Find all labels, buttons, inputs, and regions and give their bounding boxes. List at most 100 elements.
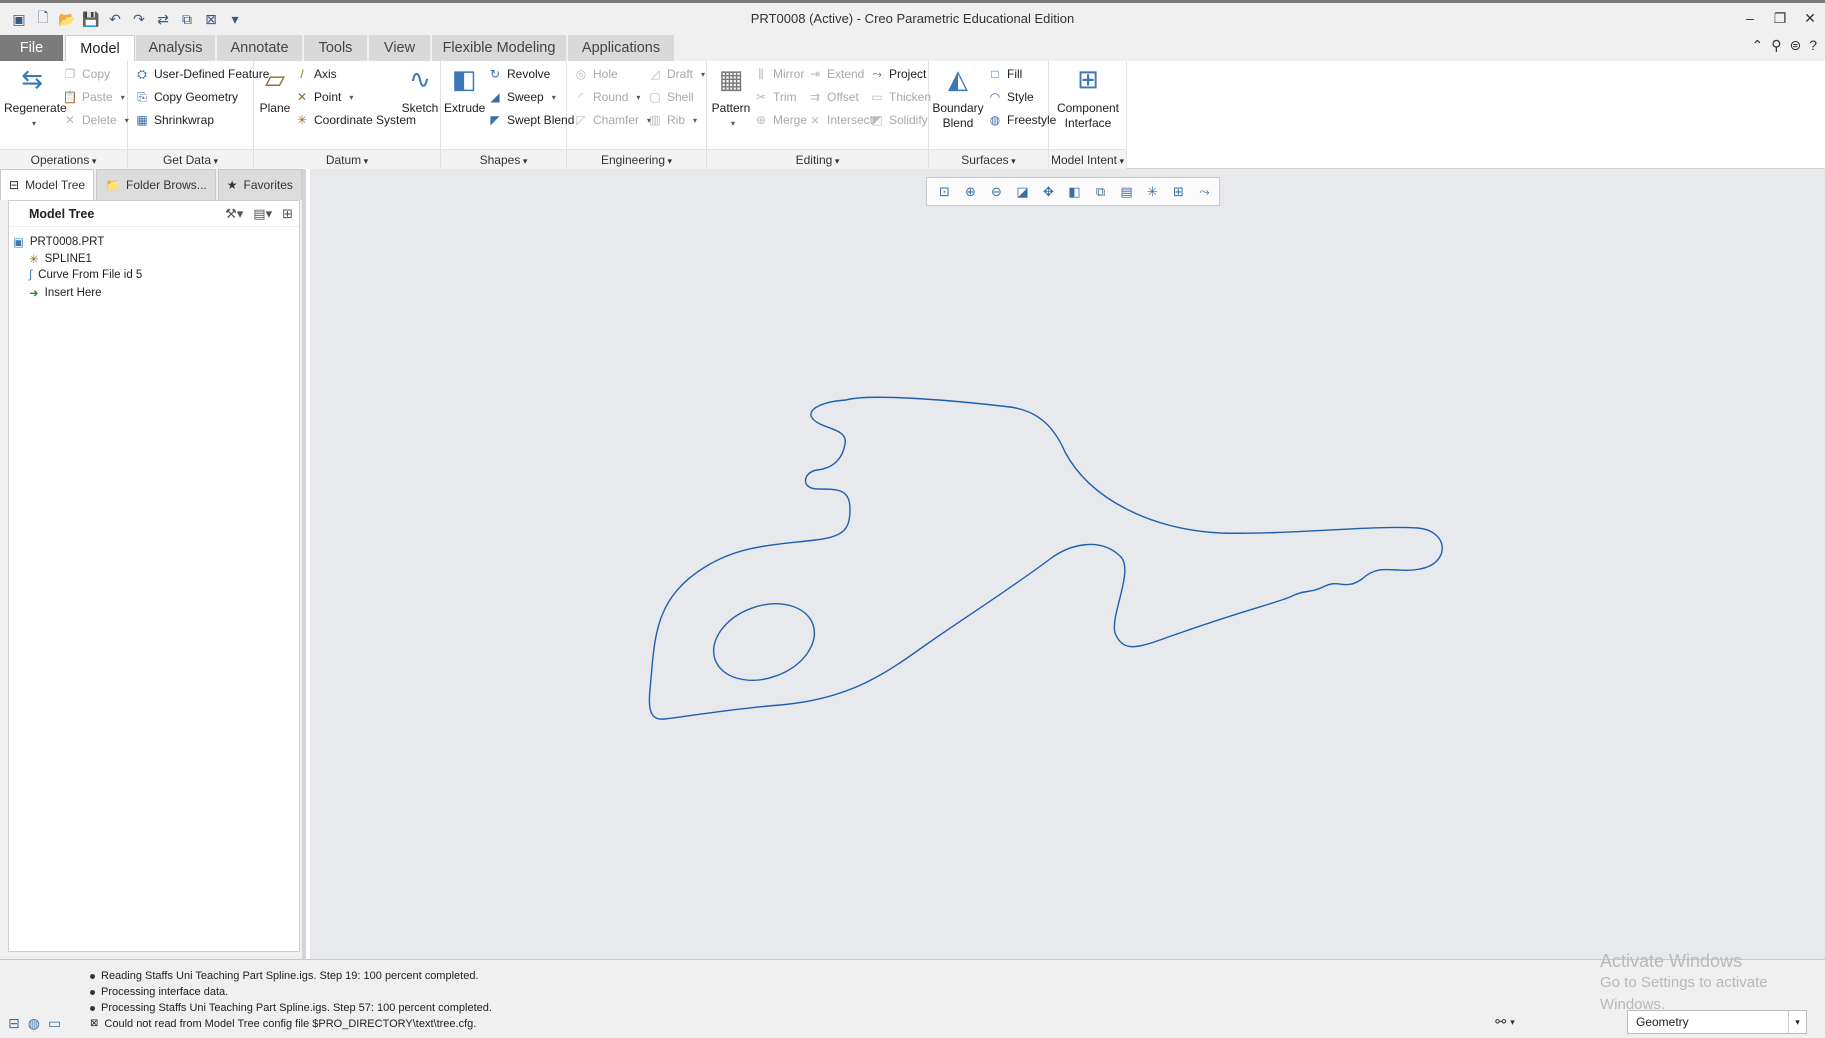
rib-button[interactable]: ▥ Rib ▾ xyxy=(647,112,697,128)
solidify-button[interactable]: ◩ Solidify xyxy=(869,112,927,128)
show-navigator-icon[interactable]: ⊟ xyxy=(8,1015,20,1032)
tab-analysis[interactable]: Analysis xyxy=(136,35,216,61)
intersect-button[interactable]: ⨯ Intersect xyxy=(807,112,873,128)
tree-settings-icon[interactable]: ⚒▾ xyxy=(225,206,243,222)
community-icon[interactable]: ⊜ xyxy=(1789,37,1801,54)
regenerate-icon[interactable]: ⇄ xyxy=(152,8,174,30)
spline-curve-view[interactable] xyxy=(310,169,1825,959)
help-icons: ⌃ ⚲ ⊜ ? xyxy=(1751,37,1817,54)
mirror-icon: ⫼ xyxy=(758,66,764,81)
shapes-label[interactable]: Shapes xyxy=(441,149,566,169)
new-icon[interactable]: 🗋 xyxy=(32,8,54,30)
tab-model-tree[interactable]: ⊟ Model Tree xyxy=(0,169,95,200)
engineering-label[interactable]: Engineering xyxy=(567,149,706,169)
editing-label[interactable]: Editing xyxy=(707,149,928,169)
mirror-button[interactable]: ⫼ Mirror xyxy=(753,66,804,82)
undo-icon[interactable]: ↶ xyxy=(104,8,126,30)
hole-button[interactable]: ◎ Hole xyxy=(573,66,618,82)
thicken-button[interactable]: ▭ Thicken xyxy=(869,89,931,105)
save-icon[interactable]: 💾 xyxy=(80,8,102,30)
model-intent-label[interactable]: Model Intent xyxy=(1049,149,1126,169)
ribbon-tabs: File Model Analysis Annotate Tools View … xyxy=(0,35,1825,61)
open-icon[interactable]: 📂 xyxy=(56,8,78,30)
chamfer-button[interactable]: ◸ Chamfer ▾ xyxy=(573,112,651,128)
get-data-label[interactable]: Get Data xyxy=(128,149,253,169)
plane-button[interactable]: ▱ Plane xyxy=(257,61,293,116)
sketch-icon: ∿ xyxy=(409,63,431,94)
customize-qat-icon[interactable]: ▾ xyxy=(224,8,246,30)
draft-button[interactable]: ◿ Draft ▾ xyxy=(647,66,705,82)
message-line: Processing interface data. xyxy=(90,984,492,1000)
trim-button[interactable]: ✂ Trim xyxy=(753,89,797,105)
sketch-button[interactable]: ∿ Sketch xyxy=(400,61,440,116)
tab-file[interactable]: File xyxy=(0,35,64,61)
merge-button[interactable]: ⊕ Merge xyxy=(753,112,807,128)
regenerate-button[interactable]: ⇆ Regenerate ▾ xyxy=(4,61,67,131)
revolve-button[interactable]: ↻ Revolve xyxy=(487,66,550,82)
tree-item-spline[interactable]: ✳ SPLINE1 xyxy=(29,252,92,266)
axis-button[interactable]: / Axis xyxy=(294,66,336,82)
shell-button[interactable]: ▢ Shell xyxy=(647,89,693,105)
tree-item-curve[interactable]: ∫ Curve From File id 5 xyxy=(29,269,142,281)
surfaces-label[interactable]: Surfaces xyxy=(929,149,1048,169)
tab-flexible-modeling[interactable]: Flexible Modeling xyxy=(432,35,567,61)
tab-tools[interactable]: Tools xyxy=(304,35,368,61)
spline-outline[interactable] xyxy=(648,396,1443,720)
app-menu-icon[interactable]: ▣ xyxy=(8,8,30,30)
graphics-area[interactable]: ⊡ ⊕ ⊖ ◪ ✥ ◧ ⧉ ▤ ✳ ⊞ ⤳ xyxy=(310,169,1825,959)
round-button[interactable]: ◜ Round ▾ xyxy=(573,89,641,105)
udf-button[interactable]: ⛭ User-Defined Feature xyxy=(134,66,269,82)
tree-item-insert-here[interactable]: ➜ Insert Here xyxy=(29,286,102,300)
freestyle-button[interactable]: ◍ Freestyle xyxy=(987,112,1057,128)
datum-label[interactable]: Datum xyxy=(254,149,440,169)
sweep-button[interactable]: ◢ Sweep ▾ xyxy=(487,89,555,105)
minimize-ribbon-icon[interactable]: ⌃ xyxy=(1751,37,1763,54)
offset-button[interactable]: ⇉ Offset xyxy=(807,89,859,105)
redo-icon[interactable]: ↷ xyxy=(128,8,150,30)
paste-button[interactable]: 📋 Paste ▾ xyxy=(62,89,125,105)
fill-icon: □ xyxy=(991,67,999,81)
chamfer-icon: ◸ xyxy=(576,113,586,127)
activation-watermark: Activate Windows Go to Settings to activ… xyxy=(1600,951,1768,1013)
tab-annotate[interactable]: Annotate xyxy=(217,35,303,61)
tab-favorites[interactable]: ★ Favorites xyxy=(217,169,302,200)
point-button[interactable]: ✕ Point ▾ xyxy=(294,89,353,105)
tab-model[interactable]: Model xyxy=(65,35,135,61)
component-interface-button[interactable]: ⊞ Component Interface xyxy=(1051,61,1125,131)
windows-icon[interactable]: ⧉ xyxy=(176,8,198,30)
tab-folder-browser[interactable]: 📁 Folder Brows... xyxy=(96,169,216,200)
delete-button[interactable]: ✕ Delete ▾ xyxy=(62,112,129,128)
shrinkwrap-button[interactable]: ▦ Shrinkwrap xyxy=(134,112,214,128)
copy-button[interactable]: ❐ Copy xyxy=(62,66,110,82)
tab-applications[interactable]: Applications xyxy=(568,35,675,61)
pattern-button[interactable]: ▦ Pattern ▾ xyxy=(709,61,753,131)
binoculars-icon: ⚯ xyxy=(1495,1014,1507,1029)
intersect-icon: ⨯ xyxy=(809,113,821,127)
browser-icon[interactable]: ◍ xyxy=(28,1015,40,1032)
tree-columns-icon[interactable]: ▤▾ xyxy=(253,206,272,222)
style-button[interactable]: ◠ Style xyxy=(987,89,1034,105)
extrude-button[interactable]: ◧ Extrude xyxy=(444,61,485,116)
tab-view[interactable]: View xyxy=(369,35,431,61)
copy-geometry-button[interactable]: ⎘ Copy Geometry xyxy=(134,89,238,105)
fill-button[interactable]: □ Fill xyxy=(987,66,1022,82)
boundary-blend-button[interactable]: ◭ Boundary Blend xyxy=(931,61,985,131)
full-screen-icon[interactable]: ▭ xyxy=(48,1015,61,1032)
tree-filter-icon[interactable]: ⊞ xyxy=(282,206,293,222)
project-button[interactable]: ⤳ Project xyxy=(869,66,926,82)
close-icon[interactable]: ✕ xyxy=(1795,5,1825,31)
minimize-icon[interactable]: – xyxy=(1735,5,1765,31)
point-icon: ✕ xyxy=(296,90,308,104)
tree-item-part[interactable]: ▣ PRT0008.PRT xyxy=(13,235,104,249)
maximize-icon[interactable]: ❐ xyxy=(1765,5,1795,31)
help-icon[interactable]: ? xyxy=(1809,37,1817,54)
coordinate-system-button[interactable]: ✳ Coordinate System xyxy=(294,112,416,128)
extend-button[interactable]: ⇥ Extend xyxy=(807,66,864,82)
find-button[interactable]: ⚯ ▾ xyxy=(1484,1010,1526,1034)
search-icon[interactable]: ⚲ xyxy=(1771,37,1781,54)
swept-blend-button[interactable]: ◤ Swept Blend xyxy=(487,112,574,128)
hole-outline[interactable] xyxy=(703,590,825,693)
close-window-icon[interactable]: ⊠ xyxy=(200,8,222,30)
selection-filter-dropdown[interactable]: Geometry ▾ xyxy=(1627,1010,1807,1034)
operations-label[interactable]: Operations xyxy=(0,149,127,169)
